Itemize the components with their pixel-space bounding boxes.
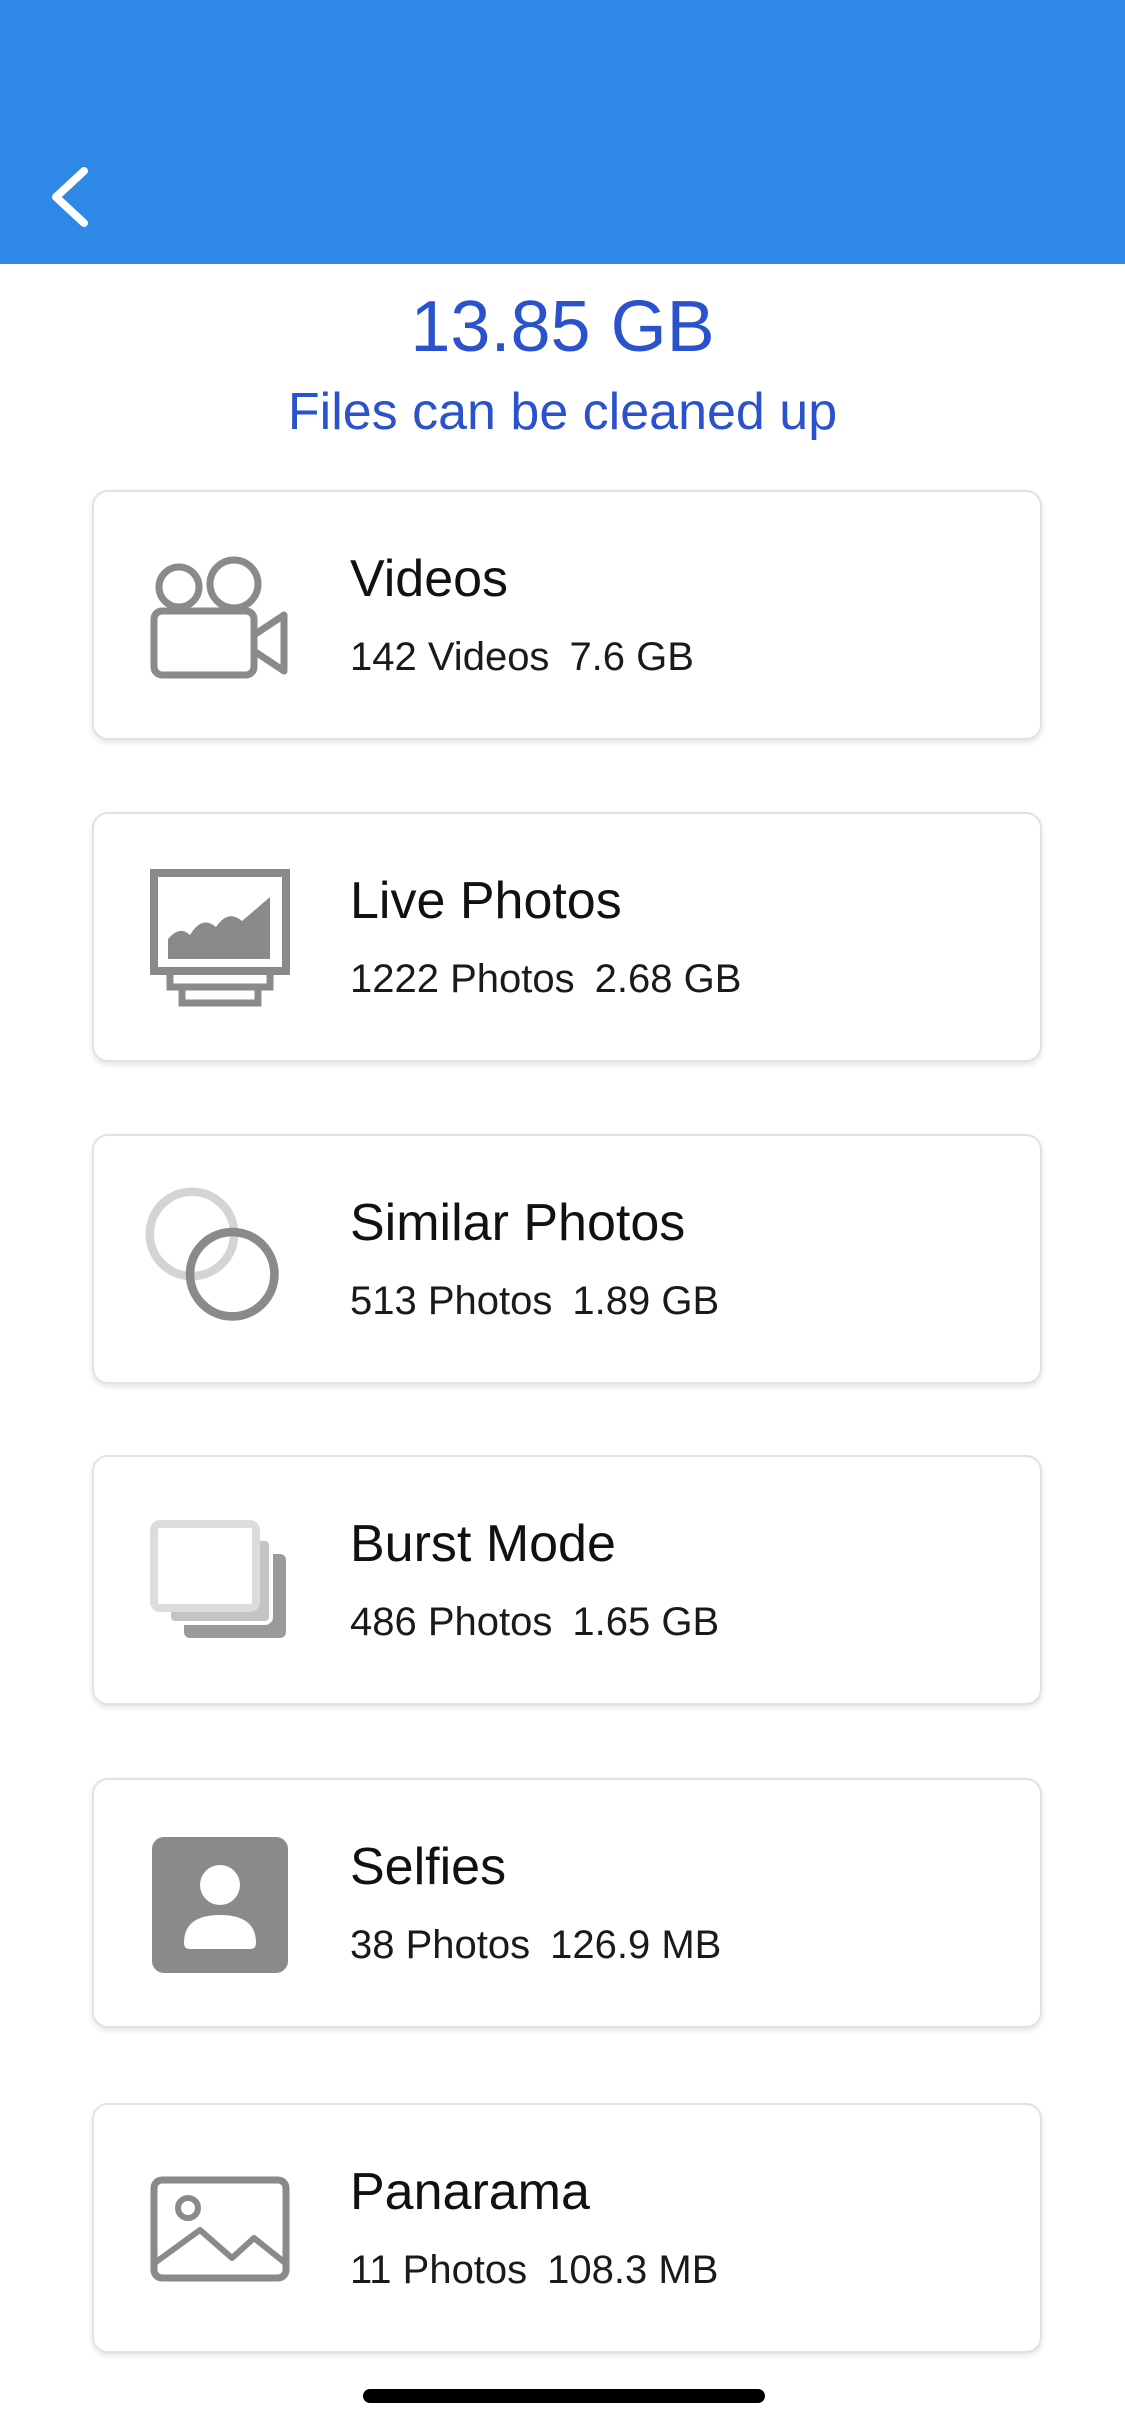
stacked-frames-icon: [150, 1512, 290, 1652]
category-size: 1.65 GB: [572, 1600, 720, 1644]
category-details: 38 Photos 126.9 MB: [350, 1920, 721, 1970]
category-card-burst-mode[interactable]: Burst Mode 486 Photos 1.65 GB: [92, 1455, 1042, 1705]
category-title: Similar Photos: [350, 1194, 686, 1252]
category-count: 142 Videos: [350, 635, 550, 679]
chevron-left-icon: [52, 167, 88, 227]
category-title: Selfies: [350, 1838, 507, 1896]
category-count: 38 Photos: [350, 1923, 531, 1967]
category-details: 486 Photos 1.65 GB: [350, 1597, 719, 1647]
category-card-selfies[interactable]: Selfies 38 Photos 126.9 MB: [92, 1778, 1042, 2028]
cleanup-summary: 13.85 GB Files can be cleaned up: [0, 282, 1125, 452]
category-count: 513 Photos: [350, 1279, 553, 1323]
overlapping-circles-icon: [144, 1186, 284, 1326]
category-details: 11 Photos 108.3 MB: [350, 2245, 718, 2295]
category-count: 1222 Photos: [350, 957, 575, 1001]
category-size: 7.6 GB: [569, 635, 694, 679]
live-photo-icon: [150, 869, 290, 1009]
back-button[interactable]: [38, 160, 102, 234]
category-count: 486 Photos: [350, 1600, 553, 1644]
category-title: Burst Mode: [350, 1515, 616, 1573]
category-title: Panarama: [350, 2163, 590, 2221]
category-title: Live Photos: [350, 872, 622, 930]
category-card-live-photos[interactable]: Live Photos 1222 Photos 2.68 GB: [92, 812, 1042, 1062]
category-card-videos[interactable]: Videos 142 Videos 7.6 GB: [92, 490, 1042, 740]
storage-cleanup-screen: 13.85 GB Files can be cleaned up Videos …: [0, 0, 1125, 2436]
category-count: 11 Photos: [350, 2248, 528, 2292]
video-camera-icon: [150, 547, 290, 687]
category-size: 108.3 MB: [547, 2248, 719, 2292]
category-details: 1222 Photos 2.68 GB: [350, 954, 741, 1004]
category-size: 2.68 GB: [594, 957, 742, 1001]
home-indicator[interactable]: [363, 2389, 765, 2403]
category-title: Videos: [350, 550, 509, 608]
category-size: 126.9 MB: [550, 1923, 722, 1967]
header-bar: [0, 0, 1125, 264]
category-details: 142 Videos 7.6 GB: [350, 632, 694, 682]
person-portrait-icon: [150, 1835, 290, 1975]
category-details: 513 Photos 1.89 GB: [350, 1276, 719, 1326]
landscape-image-icon: [150, 2160, 290, 2300]
category-card-panorama[interactable]: Panarama 11 Photos 108.3 MB: [92, 2103, 1042, 2353]
total-cleanable-size: 13.85 GB: [410, 287, 715, 367]
summary-caption: Files can be cleaned up: [287, 383, 838, 441]
category-card-similar-photos[interactable]: Similar Photos 513 Photos 1.89 GB: [92, 1134, 1042, 1384]
category-size: 1.89 GB: [572, 1279, 720, 1323]
